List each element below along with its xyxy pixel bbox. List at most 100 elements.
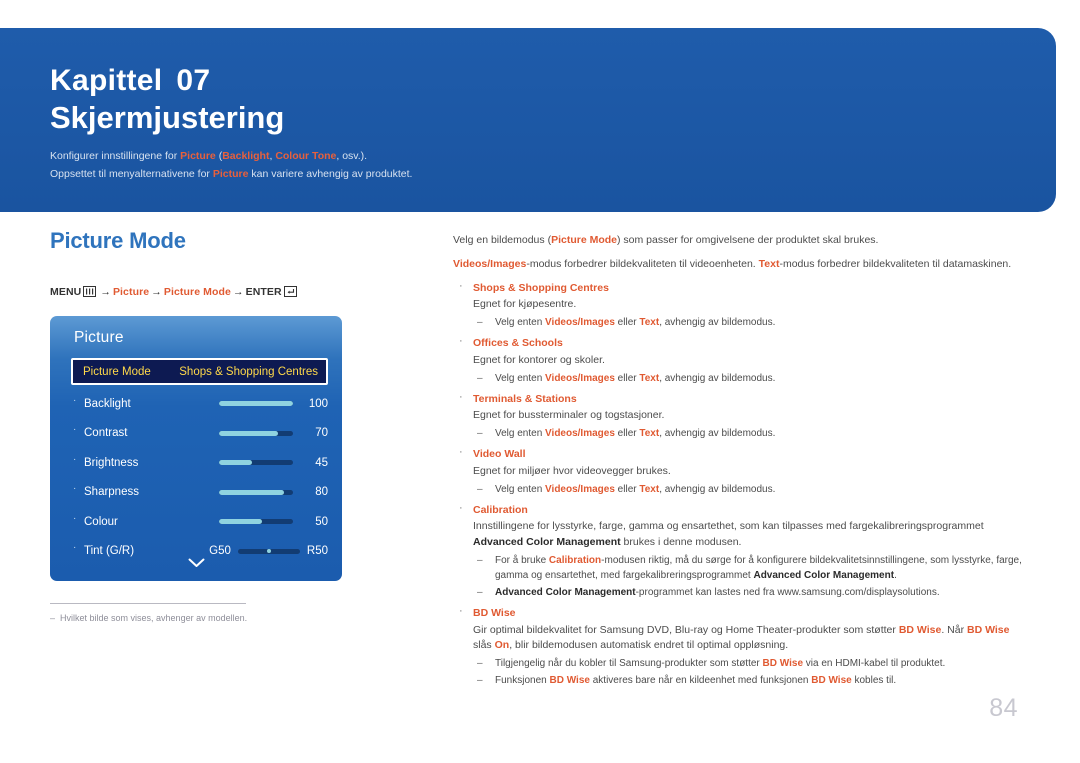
bullet-marker-icon: · <box>459 604 463 617</box>
bullet-marker-icon: · <box>459 335 463 348</box>
chapter-banner-content: Kapittel 07 Skjermjustering Konfigurer in… <box>50 64 1016 184</box>
osd-row-label: Sharpness <box>84 486 139 499</box>
sub-note-mid: eller <box>614 317 640 329</box>
bullet-item: · BD Wise Gir optimal bildekvalitet for … <box>453 604 1023 688</box>
page-title: Picture Mode <box>50 228 186 253</box>
sub-bullet-marker-icon: – <box>477 675 483 687</box>
bullet-item: · Terminals & Stations Egnet for busster… <box>453 390 1023 442</box>
sub-note-pre: Velg enten <box>495 483 546 495</box>
osd-bullet-icon: · <box>73 512 77 524</box>
slider-fill <box>219 460 253 466</box>
bullet-title: BD Wise <box>473 606 516 619</box>
bullet-terminals-stations: · Terminals & Stations Egnet for busster… <box>453 390 1023 442</box>
sub-note-pre: Velg enten <box>495 428 546 440</box>
osd-bullet-icon: · <box>73 483 77 495</box>
osd-bullet-icon: · <box>73 453 77 465</box>
bullet-title: Shops & Shopping Centres <box>473 281 609 294</box>
osd-row-sharpness[interactable]: · Sharpness 80 <box>71 478 328 508</box>
page-number: 84 <box>989 694 1018 722</box>
bullet-body: Innstillingene for lysstyrke, farge, gam… <box>473 519 1023 551</box>
osd-slider[interactable]: 100 <box>219 398 328 410</box>
bullet-marker-icon: · <box>459 390 463 403</box>
chevron-down-icon[interactable] <box>50 555 342 573</box>
osd-row-label: Picture Mode <box>83 365 151 378</box>
slider-track[interactable] <box>219 401 293 407</box>
sub-note-highlight-1: Videos/Images <box>545 483 615 495</box>
sub-bullet-item: – Velg enten Videos/Images eller Text, av… <box>473 426 1023 441</box>
sub-note-highlight-2: Text <box>639 483 660 495</box>
bdwise-body-highlight-1: BD Wise <box>898 623 942 636</box>
subtitle-1-highlight-colour-tone: Colour Tone <box>275 149 337 162</box>
intro-1-highlight: Picture Mode <box>551 234 618 246</box>
sub-bullet-item: – For å bruke Calibration-modusen riktig,… <box>473 553 1023 583</box>
sub-bullet-marker-icon: – <box>477 554 483 566</box>
bullet-title: Video Wall <box>473 448 526 461</box>
slider-track[interactable] <box>219 519 293 525</box>
osd-slider[interactable]: 80 <box>219 486 328 498</box>
bullet-marker-icon: · <box>459 501 463 514</box>
intro-paragraph-2: Videos/Images-modus forbedrer bildekvali… <box>453 256 1023 272</box>
calibration-body-post: brukes i denne modusen. <box>620 536 742 549</box>
intro-paragraph-1: Velg en bildemodus (Picture Mode) som pa… <box>453 232 1023 248</box>
osd-slider[interactable]: 45 <box>219 457 328 469</box>
menu-path-arrow-3: → <box>232 286 244 298</box>
sub-bullet-marker-icon: – <box>477 428 483 440</box>
chapter-subtitle-line-1: Konfigurer innstillingene for Picture (B… <box>50 147 1016 165</box>
bullet-shops-shopping-centres: · Shops & Shopping Centres Egnet for kjø… <box>453 280 1023 331</box>
osd-row-backlight[interactable]: · Backlight 100 <box>71 389 328 419</box>
calibration-body-bold: Advanced Color Management <box>473 536 621 549</box>
bullet-body: Gir optimal bildekvalitet for Samsung DV… <box>473 623 1023 655</box>
bdwise-sub2-post: kobles til. <box>851 675 897 687</box>
sub-note-post: , avhengig av bildemodus. <box>659 428 776 440</box>
footnote-dash: – <box>50 613 56 623</box>
intro-1-pre: Velg en bildemodus ( <box>453 234 552 246</box>
osd-row-brightness[interactable]: · Brightness 45 <box>71 448 328 478</box>
footnote: – Hvilket bilde som vises, avhenger av mo… <box>50 603 247 623</box>
osd-slider[interactable]: 50 <box>219 516 328 528</box>
sub-bullet-marker-icon: – <box>477 483 483 495</box>
chapter-subtitle-line-2: Oppsettet til menyalternativene for Pict… <box>50 165 1016 183</box>
calibration-sub1-post: . <box>894 569 897 581</box>
bdwise-body-mid-1: . Når <box>941 623 967 636</box>
bullet-marker-icon: · <box>459 446 463 459</box>
bullet-body: Egnet for kontorer og skoler. <box>473 353 605 366</box>
chapter-banner: Kapittel 07 Skjermjustering Konfigurer in… <box>0 28 1056 212</box>
osd-row-value: 45 <box>315 456 328 469</box>
tint-thumb[interactable] <box>266 549 271 554</box>
menu-path-menu-label: MENU <box>50 286 82 298</box>
slider-fill <box>219 519 262 525</box>
osd-row-value: 80 <box>315 486 328 499</box>
sub-note-highlight-2: Text <box>639 428 660 440</box>
bullet-item: · Offices & Schools Egnet for kontorer o… <box>453 335 1023 386</box>
chapter-subtitle-block: Konfigurer innstillingene for Picture (B… <box>50 147 1016 184</box>
bullet-bd-wise: · BD Wise Gir optimal bildekvalitet for … <box>453 604 1023 688</box>
osd-row-colour[interactable]: · Colour 50 <box>71 507 328 537</box>
slider-fill <box>219 430 279 436</box>
bullet-body: Egnet for miljøer hvor videovegger bruke… <box>473 464 671 477</box>
menu-path-step-picture-mode: Picture Mode <box>163 286 231 298</box>
left-column: Picture Mode MENU → Picture → Picture Mode → E… <box>50 228 410 623</box>
slider-fill <box>219 401 293 407</box>
sub-bullet-item: – Velg enten Videos/Images eller Text, av… <box>473 482 1023 497</box>
intro-2-highlight-1: Videos/Images <box>453 258 527 271</box>
osd-slider[interactable]: 70 <box>219 427 328 439</box>
bullet-offices-schools: · Offices & Schools Egnet for kontorer o… <box>453 335 1023 386</box>
bullet-body: Egnet for kjøpesentre. <box>473 298 577 311</box>
subtitle-1-pre: Konfigurer innstillingene for <box>50 149 181 162</box>
sub-note-highlight-1: Videos/Images <box>545 428 615 440</box>
sub-note-pre: Velg enten <box>495 372 546 384</box>
slider-track[interactable] <box>219 489 293 495</box>
osd-row-picture-mode[interactable]: Picture Mode Shops & Shopping Centres <box>71 358 328 385</box>
osd-row-contrast[interactable]: · Contrast 70 <box>71 419 328 449</box>
chapter-title: Skjermjustering <box>50 99 285 135</box>
calibration-sub1-pre: For å bruke <box>495 554 549 566</box>
tint-track[interactable] <box>237 548 300 554</box>
sub-note-post: , avhengig av bildemodus. <box>659 372 776 384</box>
bdwise-body-mid-2: slås <box>473 639 495 652</box>
slider-track[interactable] <box>219 430 293 436</box>
osd-row-value: 100 <box>308 397 328 410</box>
calibration-body-pre: Innstillingene for lysstyrke, farge, gam… <box>473 520 984 533</box>
slider-track[interactable] <box>219 460 293 466</box>
bullet-item: · Calibration Innstillingene for lysstyr… <box>453 501 1023 600</box>
sub-bullet-item: – Velg enten Videos/Images eller Text, av… <box>473 315 1023 330</box>
